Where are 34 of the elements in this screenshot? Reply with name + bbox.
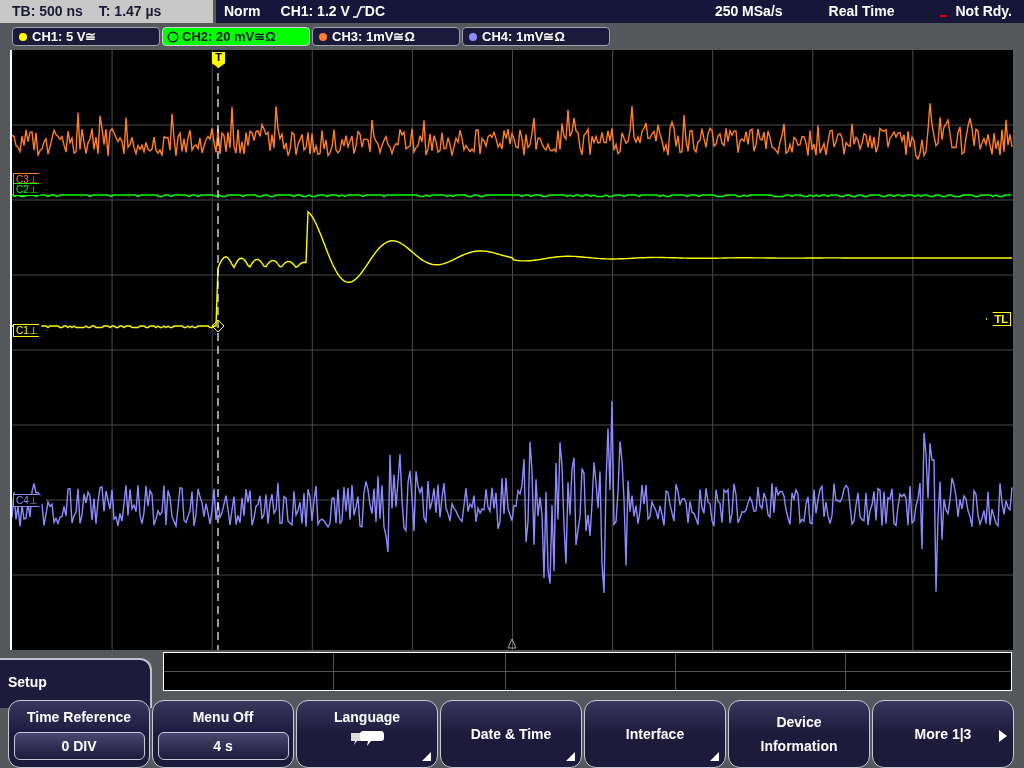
channel-tab[interactable]: CH4: 1mV≅Ω <box>462 27 610 46</box>
trigger-level-marker[interactable]: TL <box>985 312 1011 326</box>
menu-button[interactable]: More 1|3 <box>872 700 1014 768</box>
menu-button[interactable]: Menu Off 4 s <box>152 700 294 768</box>
value-field[interactable]: 4 s <box>157 732 289 760</box>
trigger-position-marker[interactable]: T <box>212 52 225 68</box>
center-marker-icon <box>507 638 517 649</box>
menu-button[interactable]: Device Information <box>728 700 870 768</box>
menu-button-label: Time Reference <box>27 708 131 727</box>
channel-tab[interactable]: CH1: 5 V≅ <box>12 27 160 46</box>
channel-marker[interactable]: C1⊥ <box>13 324 47 337</box>
trigger-coupling-label: DC <box>364 2 386 21</box>
sample-rate-label: 250 MSa/s <box>714 2 783 21</box>
status-indicator-icon <box>940 14 948 17</box>
menu-button[interactable]: Time Reference 0 DIV <box>8 700 150 768</box>
menu-button[interactable]: Date & Time <box>440 700 582 768</box>
rising-edge-icon <box>352 5 365 18</box>
menu-button[interactable]: Language <box>296 700 438 768</box>
trigger-point-icon <box>211 319 225 333</box>
timebase-label: TB: 500 ns <box>12 2 83 21</box>
channel-marker[interactable]: C4⊥ <box>13 494 47 507</box>
trigger-mode-label: Norm <box>224 2 261 21</box>
acquisition-mode-label: Real Time <box>828 2 895 21</box>
channel-tab[interactable]: CH2: 20 mV≅Ω <box>162 27 310 46</box>
next-page-icon <box>999 730 1007 742</box>
acquisition-state-label: Not Rdy. <box>955 2 1012 21</box>
channel-marker[interactable]: C2⊥ <box>13 183 47 196</box>
speech-bubbles-icon <box>349 729 385 747</box>
menu-button-label: Menu Off <box>192 708 254 727</box>
channel-tab[interactable]: CH3: 1mV≅Ω <box>312 27 460 46</box>
value-field[interactable]: 0 DIV <box>13 732 145 760</box>
trigger-time-label: T: 1.47 µs <box>98 2 162 21</box>
menu-button[interactable]: Interface <box>584 700 726 768</box>
trigger-source-label: CH1: 1.2 V <box>280 2 350 21</box>
